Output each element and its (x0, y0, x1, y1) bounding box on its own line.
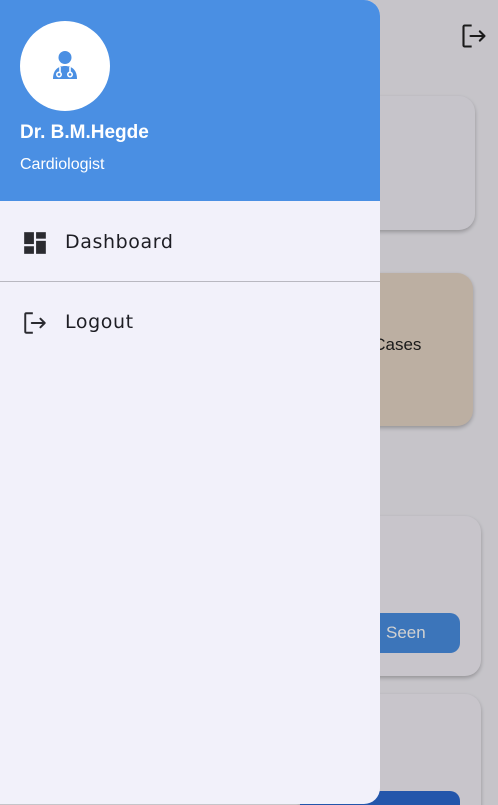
drawer-item-dashboard[interactable]: Dashboard (0, 202, 380, 282)
drawer-item-label: Dashboard (65, 231, 174, 253)
drawer-item-logout[interactable]: Logout (0, 282, 380, 362)
drawer-item-label: Logout (65, 311, 134, 333)
logout-icon (22, 310, 48, 336)
avatar (20, 21, 110, 111)
app-screen: y Cases Seen Dr. B.M.Hegde Cardiologist (0, 0, 498, 805)
doctor-name: Dr. B.M.Hegde (20, 122, 149, 143)
doctor-icon (53, 51, 77, 79)
dashboard-icon (22, 230, 48, 256)
drawer-header: Dr. B.M.Hegde Cardiologist (0, 0, 380, 201)
doctor-specialty: Cardiologist (20, 156, 105, 173)
navigation-drawer: Dr. B.M.Hegde Cardiologist Dashboard Log… (0, 0, 380, 804)
